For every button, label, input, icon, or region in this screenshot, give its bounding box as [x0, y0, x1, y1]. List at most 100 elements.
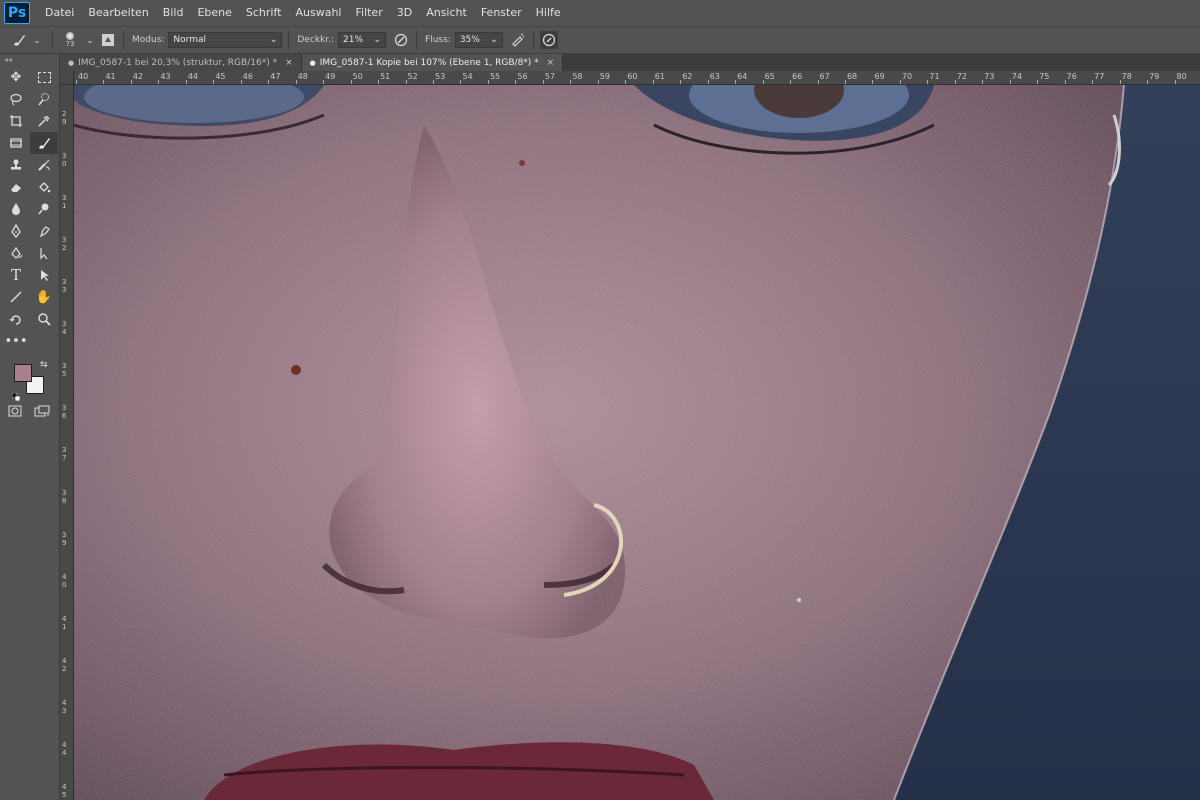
brush-preset-picker[interactable]: 73 — [59, 32, 81, 48]
marquee-tool-icon[interactable] — [30, 66, 58, 88]
zoom-tool-icon[interactable] — [30, 308, 58, 330]
ruler-tick — [1092, 80, 1094, 84]
ruler-tick — [103, 80, 105, 84]
ruler-tick-label: 45 — [215, 72, 226, 81]
ruler-tick-label: 3 4 — [62, 320, 67, 337]
ruler-tick-label: 71 — [929, 72, 940, 81]
ruler-tick — [158, 80, 160, 84]
ruler-tick-label: 70 — [901, 72, 913, 81]
brush-panel-icon[interactable] — [99, 31, 117, 49]
path-selection-tool-icon[interactable] — [30, 264, 58, 286]
horizontal-ruler[interactable]: 40 41 42 43 44 45 46 47 48 49 50 51 52 53 54 55 56 57 58 59… — [74, 71, 1200, 85]
modus-value: Normal — [173, 35, 206, 45]
ruler-tick-label: 46 — [242, 72, 253, 81]
vertical-ruler[interactable]: 2 9 3 0 3 1 3 2 3 3 3 4 3 5 3 6 3 7 3 8 3 9 4 0 4 1 4… — [60, 85, 74, 800]
ruler-tick-label: 72 — [956, 72, 968, 81]
menu-item[interactable]: Hilfe — [529, 0, 568, 26]
document-canvas[interactable] — [74, 85, 1200, 800]
hand-tool-icon[interactable]: ✋ — [30, 286, 58, 308]
menu-item[interactable]: 3D — [390, 0, 419, 26]
deckkr-input[interactable]: 21% ⌄ — [338, 32, 387, 48]
menu-item[interactable]: Bearbeiten — [81, 0, 155, 26]
ruler-tick — [323, 80, 325, 84]
curvature-pen-tool-icon[interactable] — [30, 220, 58, 242]
quick-selection-tool-icon[interactable] — [30, 88, 58, 110]
ruler-tick — [542, 80, 544, 84]
ruler-tick-label: 4 0 — [62, 572, 67, 589]
chevron-down-icon: ⌄ — [269, 35, 278, 45]
line-tool-icon[interactable] — [2, 286, 30, 308]
menu-item[interactable]: Fenster — [474, 0, 529, 26]
divider — [532, 31, 534, 49]
close-tab-icon[interactable]: × — [547, 58, 555, 68]
ruler-tick-label: 42 — [132, 72, 144, 81]
quick-mask-icon[interactable] — [8, 402, 22, 421]
rotate-view-tool-icon[interactable] — [2, 308, 30, 330]
menu-item[interactable]: Auswahl — [288, 0, 348, 26]
brush-tip-icon — [66, 32, 74, 40]
brush-tool-icon[interactable] — [10, 31, 28, 49]
tool-preset-chevron-icon[interactable]: ⌄ — [28, 31, 46, 49]
clone-stamp-tool-icon[interactable] — [2, 154, 30, 176]
collapse-arrows-icon[interactable]: ◂◂ — [0, 54, 59, 66]
photoshop-logo: Ps — [4, 2, 30, 24]
menu-item[interactable]: Datei — [38, 0, 81, 26]
ruler-tick — [982, 80, 984, 84]
ruler-tick — [899, 80, 901, 84]
ruler-origin[interactable] — [60, 71, 74, 85]
chevron-down-icon: ⌄ — [490, 35, 498, 45]
ruler-tick — [433, 80, 435, 84]
brush-tool-icon[interactable] — [30, 132, 58, 154]
menu-item[interactable]: Filter — [348, 0, 389, 26]
default-colors-icon[interactable] — [11, 386, 21, 402]
frame-tool-icon[interactable] — [2, 132, 30, 154]
blur-tool-icon[interactable] — [2, 198, 30, 220]
ruler-tick-label: 3 5 — [62, 362, 67, 379]
ruler-tick-label: 3 7 — [62, 446, 67, 463]
menu-item[interactable]: Bild — [156, 0, 191, 26]
ruler-tick — [707, 80, 709, 84]
ruler-tick — [652, 80, 654, 84]
move-tool-icon[interactable]: ✥ — [2, 66, 30, 88]
ruler-tick-label: 67 — [819, 72, 830, 81]
menu-items: Datei Bearbeiten Bild Ebene Schrift Auswahl Fi… — [38, 0, 568, 26]
paint-bucket-tool-icon[interactable] — [30, 176, 58, 198]
foreground-color-swatch[interactable] — [14, 364, 32, 382]
eyedropper-tool-icon[interactable] — [30, 110, 58, 132]
airbrush-icon[interactable] — [509, 31, 527, 49]
menu-item[interactable]: Ansicht — [419, 0, 474, 26]
ruler-tick-label: 40 — [78, 72, 89, 81]
ruler-tick-label: 62 — [682, 72, 693, 81]
lasso-tool-icon[interactable] — [2, 88, 30, 110]
freeform-pen-tool-icon[interactable] — [2, 242, 30, 264]
swap-colors-icon[interactable]: ⇆ — [40, 360, 48, 370]
document-tab[interactable]: ● IMG_0587-1 Kopie bei 107% (Ebene 1, RGB… — [301, 54, 564, 71]
type-tool-icon[interactable]: T — [2, 264, 30, 286]
modus-select[interactable]: Normal ⌄ — [168, 32, 283, 48]
deckkr-label: Deckkr.: — [297, 35, 335, 45]
ruler-tick — [240, 80, 242, 84]
menu-item[interactable]: Schrift — [239, 0, 289, 26]
ruler-tick — [76, 80, 77, 84]
brush-picker-chevron-icon[interactable]: ⌄ — [81, 31, 99, 49]
ruler-tick — [927, 80, 929, 84]
ruler-tick-label: 4 4 — [62, 740, 67, 757]
pressure-size-icon[interactable] — [539, 31, 558, 49]
document-tab-label: IMG_0587-1 Kopie bei 107% (Ebene 1, RGB/… — [319, 57, 539, 68]
direct-selection-tool-icon[interactable] — [30, 242, 58, 264]
crop-tool-icon[interactable] — [2, 110, 30, 132]
dodge-tool-icon[interactable] — [30, 198, 58, 220]
document-tab[interactable]: ● IMG_0587-1 bei 20,3% (struktur, RGB/16*… — [60, 54, 302, 71]
ruler-tick-label: 59 — [599, 72, 610, 81]
pen-tool-icon[interactable] — [2, 220, 30, 242]
ruler-tick — [405, 80, 407, 84]
fluss-input[interactable]: 35% ⌄ — [454, 32, 503, 48]
menu-item[interactable]: Ebene — [190, 0, 238, 26]
eraser-tool-icon[interactable] — [2, 176, 30, 198]
screen-mode-icon[interactable] — [34, 402, 50, 421]
close-tab-icon[interactable]: × — [285, 58, 293, 68]
history-brush-tool-icon[interactable] — [30, 154, 58, 176]
more-tools-icon[interactable]: ••• — [2, 330, 30, 352]
ruler-tick-label: 78 — [1121, 72, 1132, 81]
pressure-opacity-icon[interactable] — [392, 31, 410, 49]
